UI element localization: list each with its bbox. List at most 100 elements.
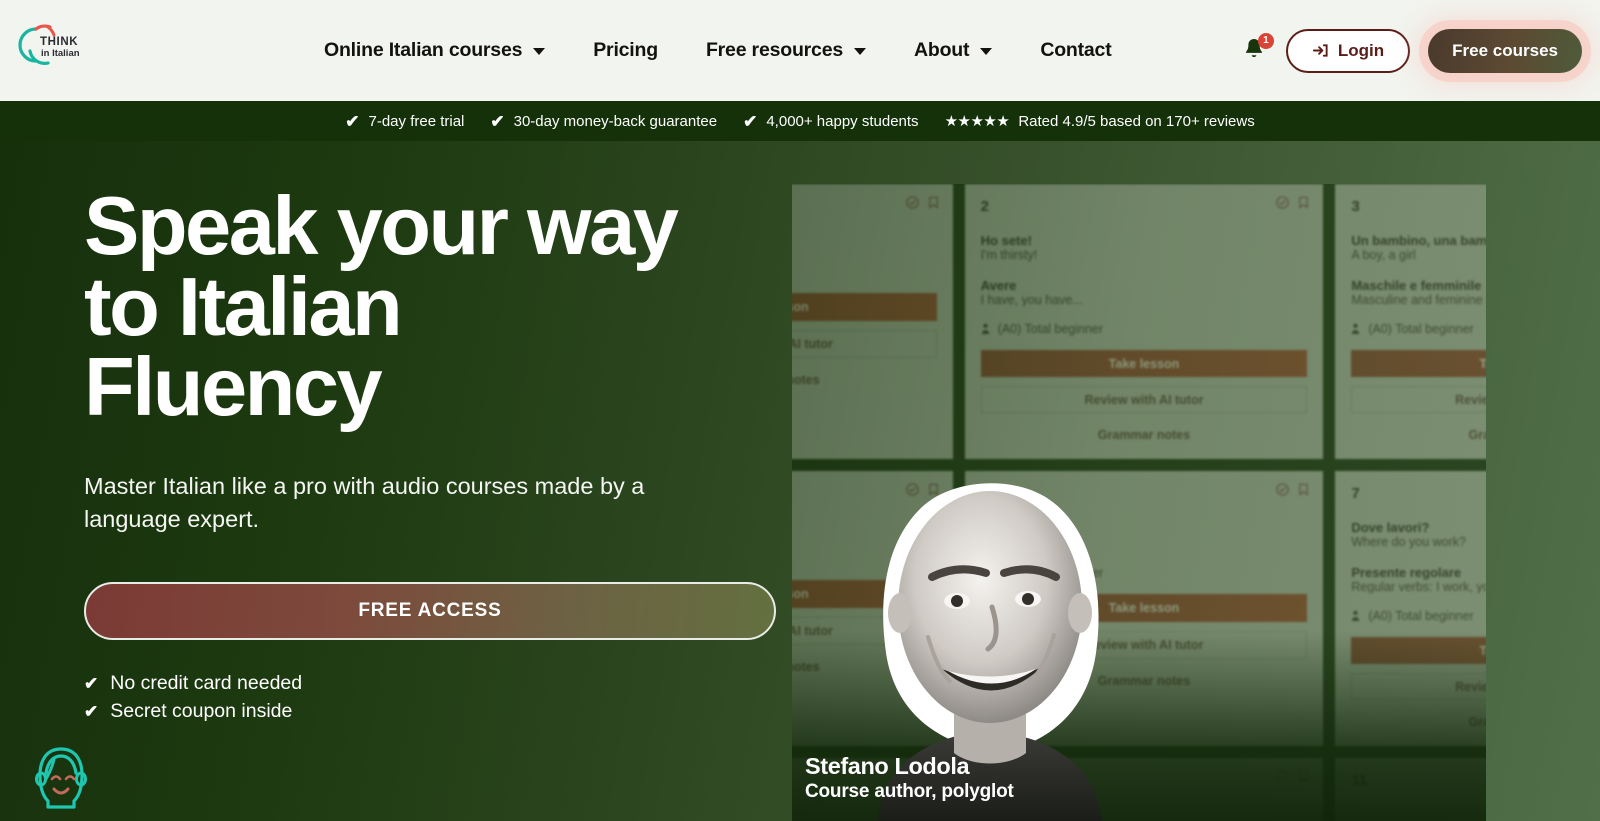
lesson-level: (A0) Total beginner — [981, 322, 1308, 336]
bookmark-icon[interactable] — [1298, 196, 1309, 209]
trust-item-free-trial: ✔ 7-day free trial — [345, 113, 464, 130]
grammar-notes-button[interactable]: Grammar notes — [792, 654, 937, 680]
person-icon — [1352, 611, 1360, 622]
nav-item-about[interactable]: About — [890, 39, 1016, 62]
nav-item-free-resources[interactable]: Free resources — [682, 39, 890, 62]
review-ai-tutor-button[interactable]: Review with AI tutor — [980, 631, 1308, 659]
check-icon: ✔ — [743, 111, 758, 131]
check-circle-icon[interactable] — [1276, 770, 1290, 783]
female-avatar-icon — [35, 747, 87, 809]
lesson-card[interactable]: 3 Un bambino, una bambina A boy, a girl … — [1335, 184, 1486, 459]
lesson-phrase-italian: Un bambino, una bambina — [1351, 233, 1486, 248]
lesson-card[interactable]: 2 Ho sete! I'm thirsty! Avere I have, yo… — [964, 184, 1324, 459]
star-rating-icon: ★★★★★ — [944, 113, 1010, 130]
take-lesson-button[interactable]: Take lesson — [792, 580, 937, 608]
grammar-notes-button[interactable]: Grammar notes — [981, 422, 1308, 447]
primary-nav-links: Online Italian courses Pricing Free reso… — [300, 0, 1136, 101]
lesson-grammar-italian: Maschile e femminile — [1351, 278, 1482, 293]
nav-actions: 1 Login Free courses — [1242, 0, 1582, 101]
trust-item-rating: ★★★★★ Rated 4.9/5 based on 170+ reviews — [944, 112, 1255, 131]
free-access-button[interactable]: FREE ACCESS — [84, 582, 776, 641]
bookmark-icon[interactable] — [928, 483, 939, 496]
lesson-number: 7 — [1351, 485, 1360, 502]
check-circle-icon[interactable] — [905, 483, 919, 496]
lesson-phrase-english: I'm thirsty! — [980, 248, 1038, 262]
lesson-card[interactable]: 6 like "q.pm") (A0) Total beginner Take … — [964, 471, 1324, 746]
page-title: Speak your way to Italian Fluency — [84, 179, 784, 427]
trust-label: 30-day money-back guarantee — [513, 112, 718, 130]
login-button[interactable]: Login — [1285, 28, 1411, 73]
notification-badge: 1 — [1257, 32, 1274, 49]
lesson-phrase-italian: Dove lavori? — [1351, 520, 1430, 535]
grammar-notes-button[interactable]: Grammar notes — [792, 367, 937, 393]
nav-label: Contact — [1040, 39, 1112, 61]
take-lesson-button[interactable]: Take lesson — [1351, 637, 1486, 665]
review-ai-tutor-button[interactable]: Review with AI tutor — [1351, 386, 1486, 414]
lesson-number: 10 — [980, 772, 998, 789]
lesson-card-icons — [905, 196, 939, 209]
lesson-level: (A0) Total beginner — [792, 552, 937, 566]
bookmark-icon[interactable] — [1298, 770, 1309, 783]
lesson-phrase-english: A boy, a girl — [1351, 248, 1416, 262]
think-in-italian-logo-icon: THINK in Italian — [18, 24, 80, 65]
hero-section: Speak your way to Italian Fluency Master… — [0, 141, 1600, 821]
grammar-notes-button[interactable]: Grammar notes — [981, 668, 1308, 694]
take-lesson-button[interactable]: Take lesson — [1351, 350, 1486, 378]
hero-title-line-1: Speak your way — [84, 179, 679, 272]
lesson-number: 6 — [980, 485, 989, 502]
free-courses-button[interactable]: Free courses — [1428, 28, 1582, 73]
lesson-number: 3 — [1351, 198, 1360, 215]
lesson-card[interactable]: 5 (A0) Total beginner Take lesson Review… — [792, 471, 953, 746]
lesson-number: 11 — [1351, 772, 1368, 789]
lesson-level: (A0) Total beginner — [981, 566, 1308, 580]
lesson-grammar-english: Masculine and feminine forms of nouns — [1351, 293, 1486, 307]
trust-item-money-back: ✔ 30-day money-back guarantee — [490, 113, 717, 130]
review-ai-tutor-button[interactable]: Review with AI tutor — [1351, 673, 1486, 701]
grammar-notes-button[interactable]: Grammar notes — [1351, 422, 1486, 447]
check-circle-icon[interactable] — [905, 196, 919, 209]
take-lesson-button[interactable]: Take lesson — [980, 594, 1308, 622]
bookmark-icon[interactable] — [928, 196, 939, 209]
logo-text-think: THINK — [40, 36, 78, 48]
lesson-number: 2 — [980, 198, 989, 215]
nav-item-contact[interactable]: Contact — [1016, 39, 1135, 62]
person-icon — [981, 324, 989, 335]
chat-widget-button[interactable] — [24, 739, 98, 813]
lesson-level-label: (A0) Total beginner — [997, 322, 1104, 337]
lesson-level-label: (A0) Total beginner — [1368, 322, 1474, 337]
nav-item-pricing[interactable]: Pricing — [569, 39, 682, 62]
notifications-button[interactable]: 1 — [1242, 32, 1274, 66]
hero-benefit-list: ✔ No credit card needed ✔ Secret coupon … — [84, 670, 784, 725]
lesson-card[interactable]: 10 (A0) Total beginner Take lesson Revie… — [964, 758, 1324, 821]
lesson-card[interactable]: 1 (A0) Total beginner Take lesson Review… — [792, 184, 953, 459]
lesson-phrase-english: Where do you work? — [1351, 535, 1466, 549]
nav-item-online-italian-courses[interactable]: Online Italian courses — [300, 39, 569, 62]
logo-text-in-italian: in Italian — [41, 48, 80, 59]
hero-benefit-label: Secret coupon inside — [110, 699, 293, 722]
review-ai-tutor-button[interactable]: Review with AI tutor — [792, 330, 937, 358]
lesson-grammar-italian: Avere — [980, 278, 1017, 293]
lesson-card[interactable]: 11 (A0) Total beginner Take lesson Revie… — [1335, 758, 1486, 821]
login-label: Login — [1337, 40, 1385, 60]
bookmark-icon[interactable] — [1298, 483, 1309, 496]
grammar-notes-button[interactable]: Grammar notes — [1351, 709, 1486, 734]
review-ai-tutor-button[interactable]: Review with AI tutor — [792, 617, 937, 645]
chevron-down-icon — [980, 48, 993, 55]
check-circle-icon[interactable] — [1276, 196, 1290, 209]
trust-label: 4,000+ happy students — [766, 112, 919, 130]
nav-label: Free resources — [705, 39, 843, 61]
lesson-card-icons — [1276, 483, 1309, 496]
lesson-level-label: (A0) Total beginner — [997, 566, 1104, 580]
nav-label: Online Italian courses — [324, 39, 523, 61]
lesson-card[interactable]: 7 Dove lavori? Where do you work? Presen… — [1335, 471, 1486, 746]
person-icon — [981, 567, 989, 578]
take-lesson-button[interactable]: Take lesson — [792, 293, 937, 321]
review-ai-tutor-button[interactable]: Review with AI tutor — [980, 386, 1308, 414]
take-lesson-button[interactable]: Take lesson — [980, 350, 1308, 378]
person-icon — [1352, 324, 1360, 335]
check-circle-icon[interactable] — [1276, 483, 1290, 496]
check-icon: ✔ — [490, 111, 505, 131]
lesson-cards-grid: 1 (A0) Total beginner Take lesson Review… — [792, 184, 1486, 821]
chevron-down-icon — [854, 48, 866, 55]
site-logo[interactable]: THINK in Italian — [16, 20, 86, 70]
